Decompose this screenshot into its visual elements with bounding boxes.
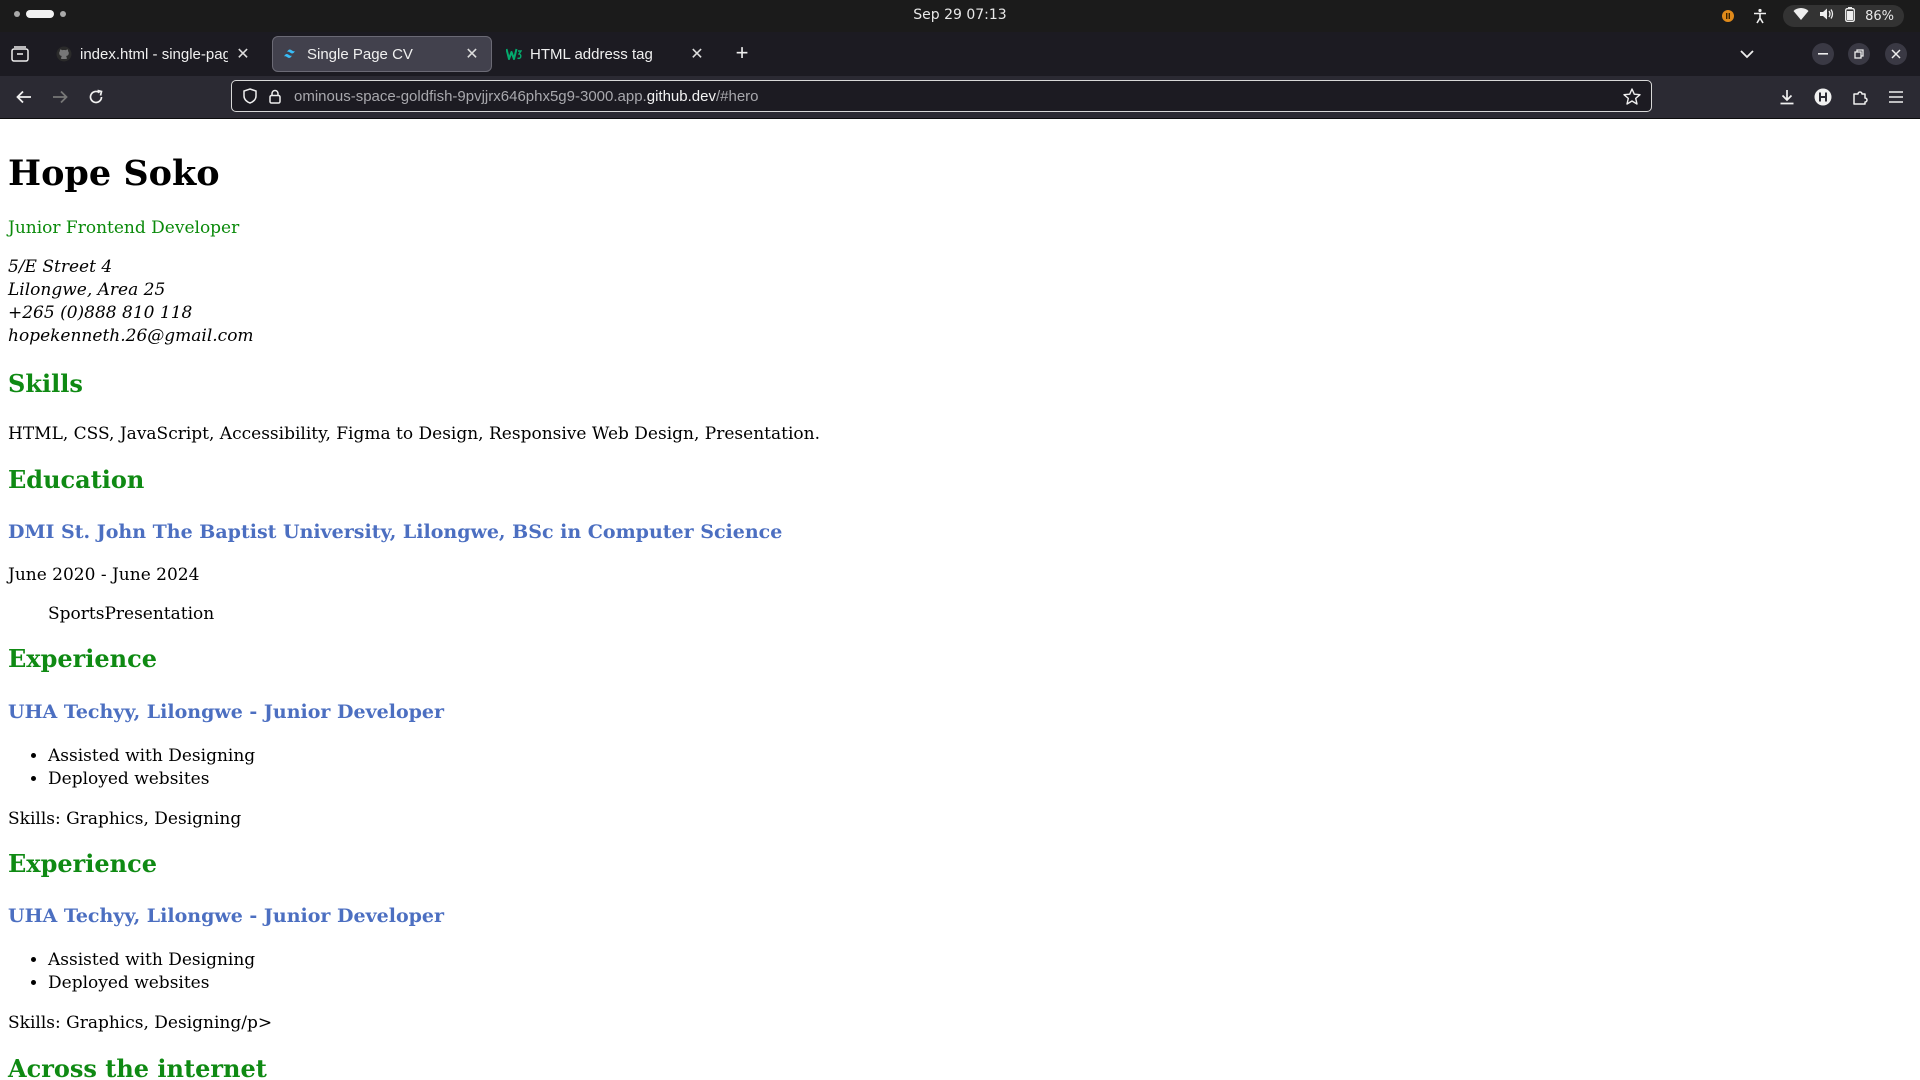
battery-percentage: 86% xyxy=(1865,8,1894,24)
url-text[interactable]: ominous-space-goldfish-9pvjjrx646phx5g9-… xyxy=(294,88,1621,105)
wifi-icon xyxy=(1793,7,1809,25)
tab-github-dev[interactable]: index.html - single-page-l ✕ xyxy=(46,36,262,72)
system-clock[interactable]: Sep 29 07:13 xyxy=(0,7,1920,23)
address-bar[interactable]: ominous-space-goldfish-9pvjjrx646phx5g9-… xyxy=(231,80,1652,112)
education-school: DMI St. John The Baptist University, Lil… xyxy=(8,521,783,543)
browser-navigation-bar: ominous-space-goldfish-9pvjjrx646phx5g9-… xyxy=(0,76,1920,119)
list-item: Assisted with Designing xyxy=(48,949,255,972)
address-email: hopekenneth.26@gmail.com xyxy=(8,326,254,346)
new-tab-button[interactable]: + xyxy=(730,42,754,66)
firefox-view-icon[interactable] xyxy=(8,42,32,66)
experience-job-2: UHA Techyy, Lilongwe - Junior Developer xyxy=(8,905,445,927)
account-avatar-icon[interactable] xyxy=(1811,85,1835,109)
web-page-content[interactable]: Hope Soko Junior Frontend Developer 5/E … xyxy=(0,119,1920,1080)
back-arrow-icon[interactable] xyxy=(12,85,36,109)
battery-icon xyxy=(1845,6,1856,26)
experience-heading-1: Experience xyxy=(8,644,158,673)
list-all-tabs-chevron-icon[interactable] xyxy=(1735,42,1759,66)
tab-title: Single Page CV xyxy=(307,45,413,63)
w3schools-icon xyxy=(506,46,522,62)
accessibility-icon[interactable] xyxy=(1751,7,1769,25)
status-menu[interactable]: 86% xyxy=(1783,5,1904,27)
experience-bullets-2: Assisted with Designing Deployed website… xyxy=(8,949,255,995)
across-internet-heading: Across the internet xyxy=(8,1054,267,1080)
experience-skills-2: Skills: Graphics, Designing/p> xyxy=(8,1013,273,1033)
cv-role: Junior Frontend Developer xyxy=(8,218,240,238)
url-suffix: /#hero xyxy=(715,87,759,105)
address-line-1: 5/E Street 4 xyxy=(8,257,113,277)
forward-arrow-icon[interactable] xyxy=(48,85,72,109)
list-item: Assisted with Designing xyxy=(48,745,255,768)
url-prefix: ominous-space-goldfish-9pvjjrx646phx5g9-… xyxy=(294,87,647,105)
experience-job-1: UHA Techyy, Lilongwe - Junior Developer xyxy=(8,701,445,723)
close-tab-icon[interactable]: ✕ xyxy=(688,45,706,63)
cv-address: 5/E Street 4 Lilongwe, Area 25 +265 (0)8… xyxy=(8,256,254,348)
tab-title: index.html - single-page-l xyxy=(80,45,228,63)
lock-icon[interactable] xyxy=(266,86,284,106)
browser-tab-strip: index.html - single-page-l ✕ Single Page… xyxy=(0,32,1920,76)
tab-title: HTML address tag xyxy=(530,45,653,63)
tab-html-address-tag[interactable]: HTML address tag ✕ xyxy=(496,36,716,72)
system-top-bar: Sep 29 07:13 86% xyxy=(0,0,1920,32)
education-heading: Education xyxy=(8,465,145,494)
github-icon xyxy=(56,46,72,62)
bookmark-star-icon[interactable] xyxy=(1621,85,1643,107)
list-item: Deployed websites xyxy=(48,972,255,995)
minimize-window-button[interactable] xyxy=(1812,43,1834,65)
tailwind-icon xyxy=(283,46,299,62)
tab-single-page-cv[interactable]: Single Page CV ✕ xyxy=(272,36,492,72)
experience-heading-2: Experience xyxy=(8,849,158,878)
cv-name-heading: Hope Soko xyxy=(8,153,220,194)
experience-skills-1: Skills: Graphics, Designing xyxy=(8,809,242,829)
tracking-protection-shield-icon[interactable] xyxy=(240,86,260,106)
close-tab-icon[interactable]: ✕ xyxy=(463,45,481,63)
skills-heading: Skills xyxy=(8,369,83,398)
url-host: github.dev xyxy=(646,87,716,105)
skills-text: HTML, CSS, JavaScript, Accessibility, Fi… xyxy=(8,424,820,444)
recording-indicator-icon[interactable] xyxy=(1719,7,1737,25)
hamburger-menu-icon[interactable] xyxy=(1884,85,1908,109)
close-tab-icon[interactable]: ✕ xyxy=(234,45,252,63)
downloads-icon[interactable] xyxy=(1775,85,1799,109)
extensions-puzzle-icon[interactable] xyxy=(1848,85,1872,109)
close-window-button[interactable] xyxy=(1885,43,1907,65)
address-phone: +265 (0)888 810 118 xyxy=(8,303,193,323)
list-item: Deployed websites xyxy=(48,768,255,791)
education-activities: SportsPresentation xyxy=(48,604,215,624)
restore-window-button[interactable] xyxy=(1848,43,1870,65)
reload-icon[interactable] xyxy=(84,85,108,109)
experience-bullets-1: Assisted with Designing Deployed website… xyxy=(8,745,255,791)
education-dates: June 2020 - June 2024 xyxy=(8,565,200,585)
volume-icon xyxy=(1819,7,1835,25)
address-line-2: Lilongwe, Area 25 xyxy=(8,280,166,300)
